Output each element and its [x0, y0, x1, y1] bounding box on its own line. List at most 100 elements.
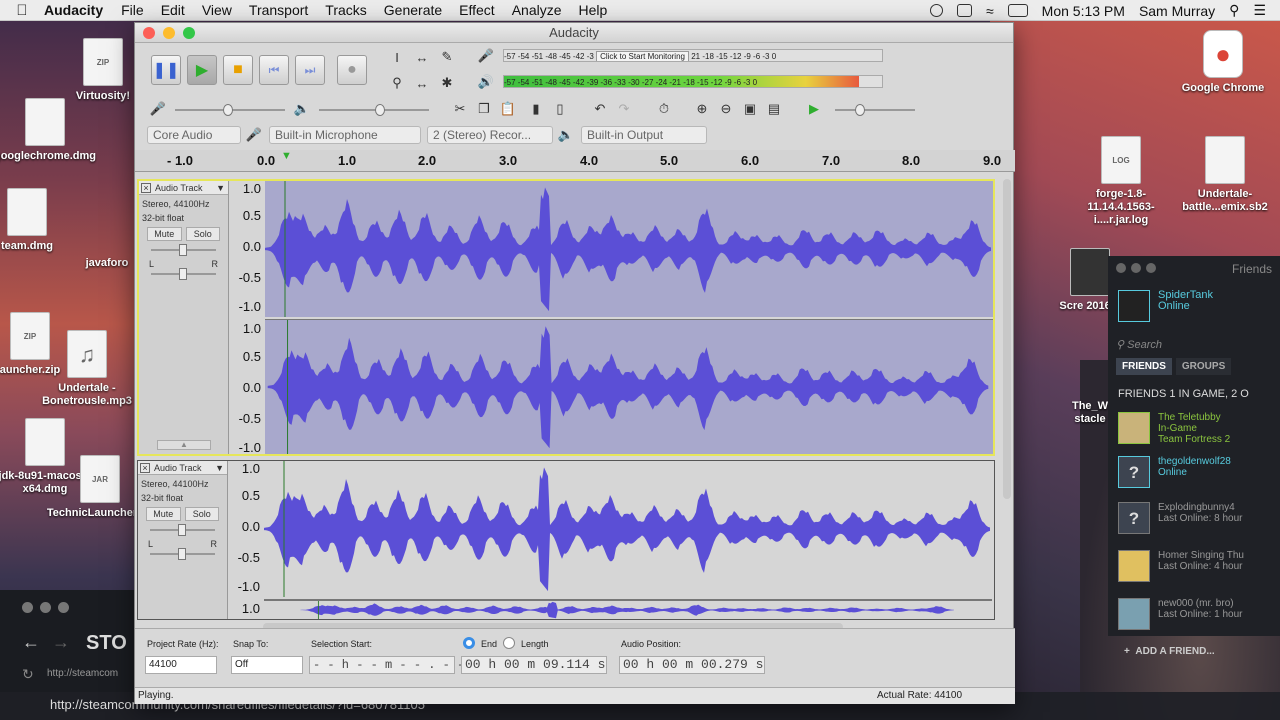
mute-button[interactable]: Mute [146, 507, 181, 521]
stop-button[interactable]: ■ [223, 55, 253, 85]
envelope-tool-icon[interactable]: ↔ [411, 46, 433, 68]
cut-icon[interactable]: ✂ [449, 98, 471, 120]
friends-group-header[interactable]: FRIENDS 1 IN GAME, 2 O [1118, 388, 1249, 400]
vertical-scrollbar[interactable] [1003, 179, 1011, 499]
waveform-left-channel[interactable] [265, 181, 993, 317]
friend-row[interactable]: Homer Singing Thu Last Online: 4 hour [1118, 550, 1280, 588]
solo-button[interactable]: Solo [185, 227, 220, 241]
output-volume-slider[interactable] [319, 104, 429, 116]
track-name[interactable]: Audio Track [155, 183, 203, 193]
window-controls[interactable] [1116, 262, 1161, 276]
end-radio[interactable] [463, 637, 475, 649]
input-volume-slider[interactable] [175, 104, 285, 116]
sync-lock-icon[interactable]: ⏱ [653, 98, 675, 120]
audio-track-2[interactable]: × Audio Track ▼ Stereo, 44100Hz 32-bit floa… [137, 460, 995, 620]
menu-help[interactable]: Help [579, 2, 608, 18]
click-to-start-monitoring[interactable]: Click to Start Monitoring [596, 51, 689, 61]
zoom-in-icon[interactable]: ⊕ [691, 98, 713, 120]
fit-project-icon[interactable]: ▤ [763, 98, 785, 120]
track-menu-chevron-icon[interactable]: ▼ [215, 463, 224, 473]
paste-icon[interactable]: 📋 [497, 98, 519, 120]
friends-search-input[interactable]: ⚲ Search [1116, 336, 1280, 354]
snap-to-select[interactable]: Off [231, 656, 303, 674]
record-meter[interactable]: -57 -54 -51 -48 -45 -42 -3 Click to Star… [503, 49, 883, 62]
menu-effect[interactable]: Effect [459, 2, 495, 18]
draw-tool-icon[interactable]: ✎ [436, 46, 458, 68]
timeshift-tool-icon[interactable]: ↔ [411, 72, 433, 94]
play-speed-slider[interactable] [835, 104, 915, 116]
menu-file[interactable]: File [121, 2, 144, 18]
waveform-right-channel[interactable] [265, 319, 993, 454]
user-name[interactable]: Sam Murray [1139, 3, 1215, 19]
menu-analyze[interactable]: Analyze [512, 2, 562, 18]
friend-row[interactable]: ? thegoldenwolf28 Online [1118, 456, 1280, 494]
close-icon[interactable] [22, 602, 33, 613]
track-close-icon[interactable]: × [141, 182, 151, 193]
trim-icon[interactable]: ▮ [525, 98, 547, 120]
audio-track-1[interactable]: × Audio Track ▼ Stereo, 44100Hz 32-bit floa… [137, 179, 995, 456]
battery-icon[interactable] [1007, 4, 1028, 17]
track-menu-chevron-icon[interactable]: ▼ [216, 183, 225, 193]
menu-view[interactable]: View [202, 2, 232, 18]
zoom-tool-icon[interactable]: ⚲ [386, 72, 408, 94]
desktop-icon-undertale-sb2[interactable]: Undertale-battle...emix.sb2 [1170, 136, 1280, 214]
fit-selection-icon[interactable]: ▣ [739, 98, 761, 120]
zoom-out-icon[interactable]: ⊖ [715, 98, 737, 120]
solo-button[interactable]: Solo [184, 507, 219, 521]
playback-meter[interactable]: -57 -54 -51 -48 -45 -42 -39 -36 -33 -30 … [503, 75, 883, 88]
menu-generate[interactable]: Generate [384, 2, 442, 18]
friend-row[interactable]: The Teletubby In-Game Team Fortress 2 [1118, 412, 1280, 450]
steam-url-small[interactable]: http://steamcom [47, 668, 118, 679]
tab-groups[interactable]: GROUPS [1175, 358, 1232, 375]
desktop-icon-googlechrome-dmg[interactable]: googlechrome.dmg [0, 98, 100, 163]
input-device-select[interactable]: Built-in Microphone [269, 126, 421, 144]
channels-select[interactable]: 2 (Stereo) Recor... [427, 126, 553, 144]
waveform-right-channel[interactable] [264, 599, 992, 619]
multi-tool-icon[interactable]: ✱ [436, 72, 458, 94]
project-rate-select[interactable]: 44100 [145, 656, 217, 674]
steam-store-title[interactable]: STO [86, 632, 127, 655]
zoom-icon[interactable] [183, 27, 195, 39]
clock[interactable]: Mon 5:13 PM [1042, 3, 1125, 19]
vertical-scale[interactable]: 1.0 0.5 0.0 -0.5 -1.0 1.0 [228, 461, 264, 619]
pause-button[interactable]: ❚❚ [151, 55, 181, 85]
play-at-speed-icon[interactable]: ▶ [803, 98, 825, 120]
play-button[interactable]: ▶ [187, 55, 217, 85]
menu-tracks[interactable]: Tracks [325, 2, 366, 18]
record-meter-icon[interactable]: 🎤 [475, 45, 497, 67]
close-icon[interactable] [143, 27, 155, 39]
friend-row[interactable]: new000 (mr. bro) Last Online: 1 hour [1118, 598, 1280, 636]
playback-position-icon[interactable]: ▼ [281, 150, 292, 162]
undo-icon[interactable]: ↶ [589, 98, 611, 120]
audio-host-select[interactable]: Core Audio [147, 126, 241, 144]
minimize-icon[interactable] [163, 27, 175, 39]
refresh-icon[interactable]: ↻ [22, 666, 34, 683]
tab-friends[interactable]: FRIENDS [1116, 358, 1172, 375]
add-friend-button[interactable]: + ADD A FRIEND... [1124, 646, 1215, 657]
mute-button[interactable]: Mute [147, 227, 182, 241]
gain-slider[interactable] [150, 524, 215, 536]
redo-icon[interactable]: ↷ [613, 98, 635, 120]
apple-icon[interactable]:  [0, 2, 44, 19]
pan-slider[interactable] [151, 268, 216, 280]
record-status-icon[interactable] [929, 4, 943, 17]
timeline-ruler[interactable]: - 1.0 0.0 1.0 2.0 3.0 4.0 5.0 6.0 7.0 8.… [135, 150, 1015, 172]
selection-start-field[interactable]: - - h - - m - - . - - - s [309, 656, 493, 674]
track-close-icon[interactable]: × [140, 462, 150, 473]
playback-meter-icon[interactable]: 🔊 [475, 71, 497, 93]
spotlight-icon[interactable]: ⚲ [1229, 2, 1239, 19]
menu-transport[interactable]: Transport [249, 2, 308, 18]
pan-slider[interactable] [150, 548, 215, 560]
airplay-icon[interactable] [956, 4, 972, 17]
wifi-icon[interactable]: ≈ [986, 3, 994, 19]
waveform-left-channel[interactable] [264, 461, 992, 597]
copy-icon[interactable]: ❐ [473, 98, 495, 120]
selection-end-field[interactable]: 00 h 00 m 09.114 s [461, 656, 607, 674]
audio-position-field[interactable]: 00 h 00 m 00.279 s [619, 656, 765, 674]
skip-end-button[interactable]: ⏭ [295, 55, 325, 85]
length-radio[interactable] [503, 637, 515, 649]
record-button[interactable]: ● [337, 55, 367, 85]
app-menu[interactable]: Audacity [44, 2, 103, 18]
vertical-scale[interactable]: 1.0 0.5 0.0 -0.5 -1.0 1.0 0.5 0.0 -0.5 -… [229, 181, 265, 455]
notification-center-icon[interactable]: ☰ [1253, 2, 1266, 19]
